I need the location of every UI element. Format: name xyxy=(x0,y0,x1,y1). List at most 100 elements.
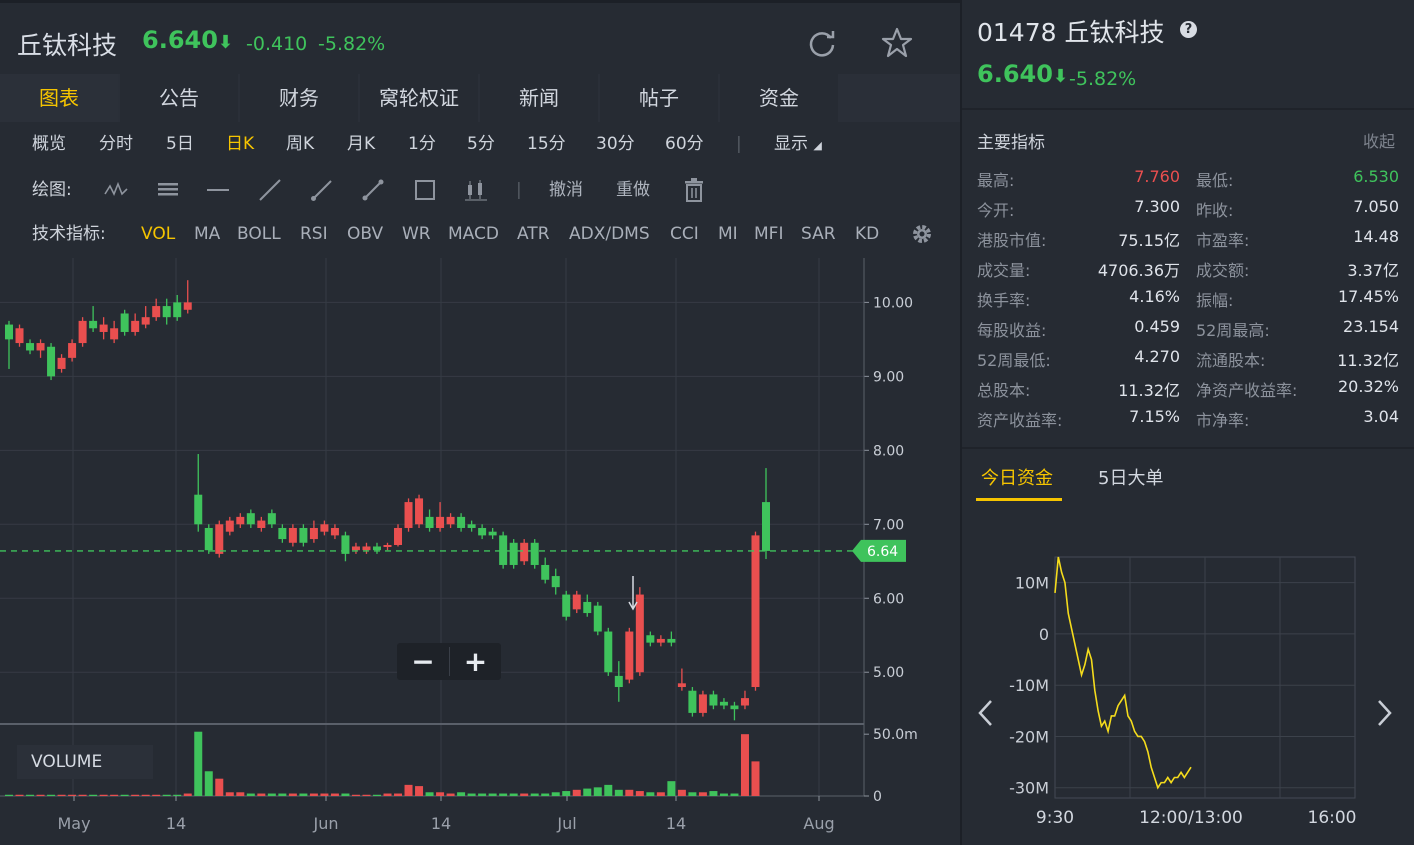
chevron-right-icon[interactable] xyxy=(1373,698,1395,728)
volume-bar xyxy=(204,771,213,796)
undo-button[interactable]: 撤消 xyxy=(549,168,583,212)
tab-announcements[interactable]: 公告 xyxy=(120,74,238,122)
tab-posts[interactable]: 帖子 xyxy=(600,74,718,122)
candle-body xyxy=(593,605,602,632)
metric-label: 流通股本: xyxy=(1196,351,1266,370)
period-60min[interactable]: 60分 xyxy=(665,122,704,166)
period-5day[interactable]: 5日 xyxy=(166,122,194,166)
rectangle-icon[interactable] xyxy=(414,179,436,201)
metric-value: 20.32% xyxy=(1337,377,1399,396)
period-15min[interactable]: 15分 xyxy=(527,122,566,166)
star-icon[interactable] xyxy=(880,26,914,60)
volume-bar xyxy=(436,792,445,796)
draw-label: 绘图: xyxy=(32,180,72,200)
metric-label: 52周最高: xyxy=(1196,321,1270,340)
refresh-icon[interactable] xyxy=(805,26,839,60)
candle-body xyxy=(719,701,728,706)
help-icon[interactable]: ? xyxy=(1180,21,1197,38)
indicator-vol[interactable]: VOL xyxy=(141,212,175,256)
indicator-rsi[interactable]: RSI xyxy=(300,212,328,256)
zoom-in-button[interactable]: + xyxy=(450,643,501,680)
info-price: 6.640⬇ xyxy=(977,60,1069,88)
candle-tool-icon[interactable] xyxy=(464,179,488,201)
tab-today-funds[interactable]: 今日资金 xyxy=(981,464,1053,490)
metric-label: 换手率: xyxy=(977,291,1031,310)
volume-bar xyxy=(215,778,224,796)
candle-body xyxy=(225,520,234,532)
gear-icon[interactable] xyxy=(910,222,934,246)
candle-body xyxy=(404,502,413,528)
volume-bar xyxy=(194,731,203,796)
metric-label: 昨收: xyxy=(1196,201,1234,220)
metric-value: 11.32亿 xyxy=(1118,381,1180,400)
display-dropdown[interactable]: 显示 ◢ xyxy=(774,122,822,168)
vol-tick-label: 50.0m xyxy=(873,727,918,743)
tab-chart[interactable]: 图表 xyxy=(0,74,118,122)
period-1min[interactable]: 1分 xyxy=(408,122,436,166)
chevron-left-icon[interactable] xyxy=(975,698,997,728)
stock-name: 丘钛科技 xyxy=(17,31,118,60)
volume-bar xyxy=(394,793,403,796)
horizontal-lines-icon[interactable] xyxy=(157,180,179,200)
tab-warrants[interactable]: 窝轮权证 xyxy=(360,74,478,122)
wave-icon[interactable] xyxy=(104,180,128,200)
indicator-cci[interactable]: CCI xyxy=(670,212,699,256)
indicator-boll[interactable]: BOLL xyxy=(237,212,281,256)
metric-value: 7.15% xyxy=(1129,407,1180,426)
period-daily[interactable]: 日K xyxy=(226,122,254,166)
candle-body xyxy=(625,631,634,680)
active-tab-indicator xyxy=(976,498,1062,501)
volume-bar xyxy=(625,789,634,796)
indicator-adx-dms[interactable]: ADX/DMS xyxy=(569,212,650,256)
period-weekly[interactable]: 周K xyxy=(286,122,314,166)
top-border xyxy=(0,0,960,3)
indicator-sar[interactable]: SAR xyxy=(801,212,836,256)
info-separator xyxy=(962,108,1414,110)
metric-label: 港股市值: xyxy=(977,231,1047,250)
segment-line-icon[interactable] xyxy=(361,178,385,202)
horizontal-line-icon[interactable] xyxy=(206,180,230,200)
y-tick-label: 6.00 xyxy=(873,591,904,607)
candle-body xyxy=(446,516,455,525)
volume-bar xyxy=(89,794,98,796)
tab-finance[interactable]: 财务 xyxy=(240,74,358,122)
metric-value: 0.459 xyxy=(1134,317,1180,336)
candle-body xyxy=(394,527,403,545)
trash-icon[interactable] xyxy=(684,178,704,202)
candle-body xyxy=(57,357,66,369)
indicator-atr[interactable]: ATR xyxy=(517,212,550,256)
indicator-mfi[interactable]: MFI xyxy=(754,212,783,256)
volume-bar xyxy=(120,794,129,796)
indicator-ma[interactable]: MA xyxy=(194,212,220,256)
zoom-out-button[interactable]: − xyxy=(397,643,449,680)
volume-bar xyxy=(583,788,592,796)
metric-value: 17.45% xyxy=(1337,287,1399,306)
candle-body xyxy=(162,306,171,318)
period-overview[interactable]: 概览 xyxy=(32,122,66,166)
candle-body xyxy=(351,546,360,551)
tab-5day-orders[interactable]: 5日大单 xyxy=(1098,464,1163,490)
period-5min[interactable]: 5分 xyxy=(467,122,495,166)
candle-body xyxy=(78,320,87,344)
volume-bar xyxy=(183,793,192,796)
period-intraday[interactable]: 分时 xyxy=(99,122,133,166)
redo-button[interactable]: 重做 xyxy=(616,168,650,212)
y-tick-label: 9.00 xyxy=(873,369,904,385)
indicator-macd[interactable]: MACD xyxy=(448,212,499,256)
x-tick-label: 14 xyxy=(166,814,186,833)
tab-news[interactable]: 新闻 xyxy=(480,74,598,122)
tab-capital[interactable]: 资金 xyxy=(720,74,838,122)
period-monthly[interactable]: 月K xyxy=(347,122,375,166)
period-30min[interactable]: 30分 xyxy=(596,122,635,166)
indicator-mi[interactable]: MI xyxy=(718,212,738,256)
indicator-obv[interactable]: OBV xyxy=(347,212,383,256)
indicator-kd[interactable]: KD xyxy=(855,212,879,256)
trend-line-icon[interactable] xyxy=(258,178,282,202)
ray-line-icon[interactable] xyxy=(310,178,334,202)
collapse-button[interactable]: 收起 xyxy=(1363,128,1395,152)
indicator-wr[interactable]: WR xyxy=(402,212,431,256)
volume-bar xyxy=(173,794,182,796)
candle-body xyxy=(246,513,255,525)
volume-bar xyxy=(656,792,665,796)
vol-tick-label: 0 xyxy=(873,789,882,805)
